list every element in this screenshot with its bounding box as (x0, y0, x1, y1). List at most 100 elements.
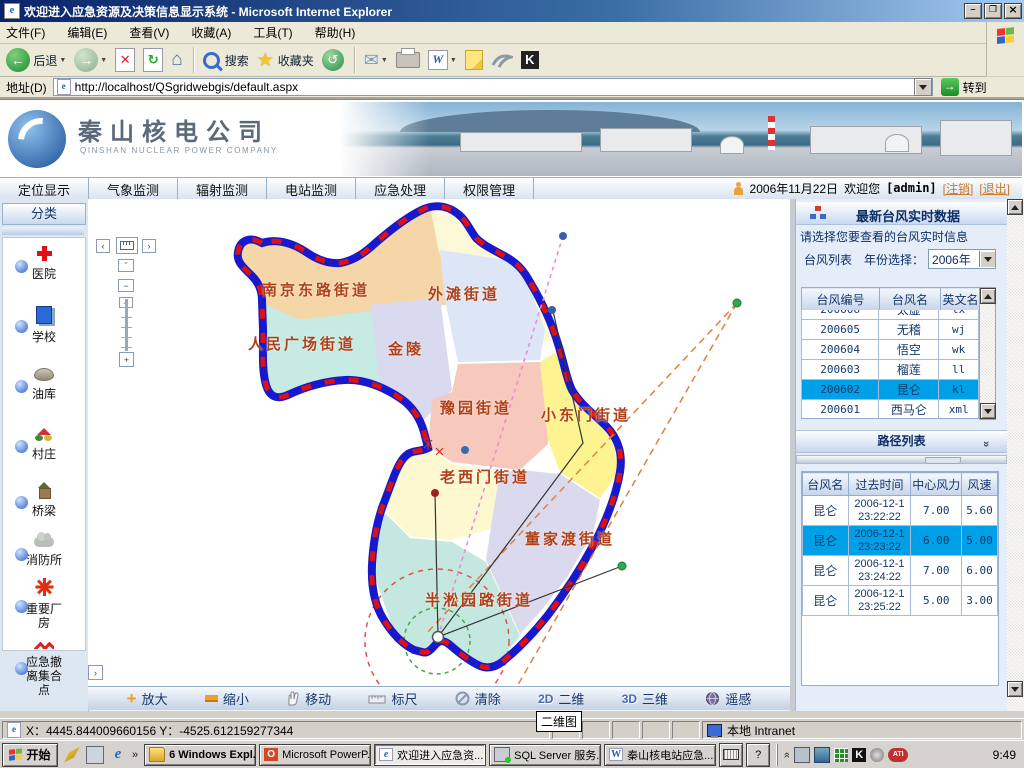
ie-shortcut-icon[interactable]: e (110, 747, 126, 763)
start-button[interactable]: 开始 (2, 743, 58, 767)
hidden-icons-chevron[interactable]: » (781, 751, 793, 757)
table-row[interactable]: 200605无稽wj (802, 320, 979, 340)
zoom-slider[interactable] (125, 299, 128, 351)
help-button[interactable]: ? (746, 743, 770, 767)
expand-panel-button[interactable]: › (88, 665, 103, 680)
sidebar-item-hospital[interactable]: 医院 (3, 246, 85, 281)
tray-sql-icon[interactable] (794, 747, 810, 763)
tray-grid-icon[interactable] (834, 748, 848, 762)
snagit-button[interactable] (491, 51, 513, 69)
zoom-in-small-button[interactable]: + (119, 352, 134, 367)
close-button[interactable] (1004, 3, 1022, 19)
input-method-button[interactable] (719, 743, 743, 767)
forward-button[interactable]: →▼ (74, 48, 107, 72)
forward-dropdown-icon[interactable]: ▼ (100, 57, 107, 64)
taskbar-button-word-doc[interactable]: W 秦山核电站应急... (604, 744, 716, 766)
nav-tab-1[interactable]: 气象监测 (89, 178, 178, 200)
maximize-button[interactable] (984, 3, 1002, 19)
sidebar-item-fire-station[interactable]: 消防所 (3, 534, 85, 567)
table-row[interactable]: 200601西马仑xml (802, 400, 979, 420)
address-input[interactable]: e http://localhost/QSgridwebgis/default.… (53, 78, 933, 96)
map-ruler-button[interactable]: 标尺 (368, 689, 417, 708)
path-point-blue[interactable] (548, 306, 556, 314)
page-scroll-up-button[interactable] (1007, 199, 1023, 215)
path-point-blue[interactable] (461, 446, 469, 454)
table-row[interactable]: 昆仑2006-12-1 23:25:225.003.00 (803, 586, 998, 616)
menu-item[interactable]: 工具(T) (253, 24, 292, 41)
scroll-up-button[interactable] (980, 288, 996, 304)
pan-right-button[interactable]: › (142, 239, 156, 253)
taskbar-button-powerpoint[interactable]: O Microsoft PowerP... (259, 744, 371, 766)
word-dropdown-icon[interactable]: ▼ (450, 57, 457, 64)
pan-left-button[interactable]: ‹ (96, 239, 110, 253)
sidebar-item-assembly-point[interactable]: 应急撤离集合点 (3, 636, 85, 697)
quick-launch-overflow-icon[interactable]: » (132, 749, 138, 761)
table-row[interactable]: 昆仑2006-12-1 23:23:226.005.00 (803, 526, 998, 556)
map-area[interactable]: 南京东路街道外滩街道人民广场街道金陵豫园街道小东门街道老西门街道董家渡街道半淞园… (88, 199, 790, 686)
go-button[interactable]: →转到 (941, 78, 987, 96)
table-row[interactable]: 200606太虚tx (802, 310, 979, 320)
menu-item[interactable]: 帮助(H) (315, 24, 356, 41)
table-row[interactable]: 昆仑2006-12-1 23:24:227.006.00 (803, 556, 998, 586)
path-list-header[interactable]: 路径列表 » (796, 430, 1007, 453)
year-select[interactable]: 2006年 (928, 249, 996, 269)
tray-ati-icon[interactable]: ATI (888, 748, 908, 762)
typhoon-table-scrollbar[interactable] (979, 287, 996, 420)
table-row[interactable]: 200603榴莲ll (802, 360, 979, 380)
year-dropdown-button[interactable] (979, 251, 995, 267)
favorites-button[interactable]: ★收藏夹 (257, 49, 314, 72)
table-row[interactable]: 200604悟空wk (802, 340, 979, 360)
map-2d-button[interactable]: 2D二维 (538, 689, 584, 708)
collapse-chevron-icon[interactable]: » (976, 441, 996, 447)
sidebar-item-bridge[interactable]: 桥梁 (3, 482, 85, 518)
taskbar-button-explorer-group[interactable]: 6 Windows Expl... ▼ (144, 744, 256, 766)
table-row[interactable]: 200602昆仑kl (802, 380, 979, 400)
address-dropdown-button[interactable] (914, 78, 932, 96)
path-point-green[interactable] (733, 299, 741, 307)
menu-item[interactable]: 文件(F) (6, 24, 45, 41)
sidebar-item-village[interactable]: 村庄 (3, 428, 85, 461)
nav-tab-5[interactable]: 权限管理 (445, 178, 534, 200)
nav-tab-4[interactable]: 应急处理 (356, 178, 445, 200)
exit-link[interactable]: [退出] (979, 180, 1010, 197)
path-point-red[interactable] (431, 489, 439, 497)
typhoon-current-point[interactable] (433, 632, 444, 643)
map-remote-sensing-button[interactable]: 遥感 (705, 689, 751, 708)
tray-network-icon[interactable] (814, 747, 830, 763)
map-clear-button[interactable]: 清除 (455, 689, 501, 708)
path-table[interactable]: 台风名过去时间中心风力风速昆仑2006-12-1 23:22:227.005.6… (801, 471, 999, 686)
map-zoom-in-button[interactable]: +放大 (127, 689, 168, 708)
map-pan-button[interactable]: 移动 (286, 689, 331, 708)
minimize-button[interactable] (964, 3, 982, 19)
tray-round-icon[interactable] (870, 748, 884, 762)
back-button[interactable]: ← 后退▼ (6, 48, 66, 72)
home-button[interactable]: ⌂ (171, 49, 182, 71)
taskbar-button-sql-server[interactable]: SQL Server 服务... (489, 744, 601, 766)
back-dropdown-icon[interactable]: ▼ (59, 57, 66, 64)
mail-button[interactable]: ✉▼ (364, 50, 388, 71)
nav-tab-3[interactable]: 电站监测 (267, 178, 356, 200)
window-shortcut-icon[interactable] (86, 746, 104, 764)
menu-item[interactable]: 编辑(E) (67, 24, 107, 41)
table-row[interactable]: 昆仑2006-12-1 23:22:227.005.60 (803, 496, 998, 526)
map-3d-button[interactable]: 3D三维 (622, 689, 668, 708)
edit-word-button[interactable]: W▼ (428, 50, 457, 70)
search-button[interactable]: 搜索 (203, 52, 249, 69)
history-button[interactable]: ↺ (322, 49, 344, 71)
typhoon-table[interactable]: 200606太虚tx200605无稽wj200604悟空wk200603榴莲ll… (801, 310, 979, 419)
map-zoom-out-button[interactable]: 缩小 (205, 689, 249, 708)
panel-splitter[interactable] (796, 455, 1007, 464)
path-point-green[interactable] (618, 562, 626, 570)
logout-link[interactable]: [注销] (943, 180, 974, 197)
taskbar-button-ie-active[interactable]: e 欢迎进入应急资... (374, 744, 486, 766)
splitter-handle[interactable] (925, 457, 961, 464)
page-scroll-down-button[interactable] (1007, 681, 1023, 697)
menu-item[interactable]: 查看(V) (129, 24, 169, 41)
menu-item[interactable]: 收藏(A) (191, 24, 231, 41)
sidebar-item-important-plant[interactable]: 重要厂房 (3, 578, 85, 630)
scale-tool-button[interactable] (116, 237, 138, 254)
stop-button[interactable]: ✕ (115, 48, 135, 72)
refresh-button[interactable]: ↻ (143, 48, 163, 72)
nav-tab-0[interactable]: 定位显示 (0, 178, 89, 200)
print-button[interactable] (396, 52, 420, 68)
